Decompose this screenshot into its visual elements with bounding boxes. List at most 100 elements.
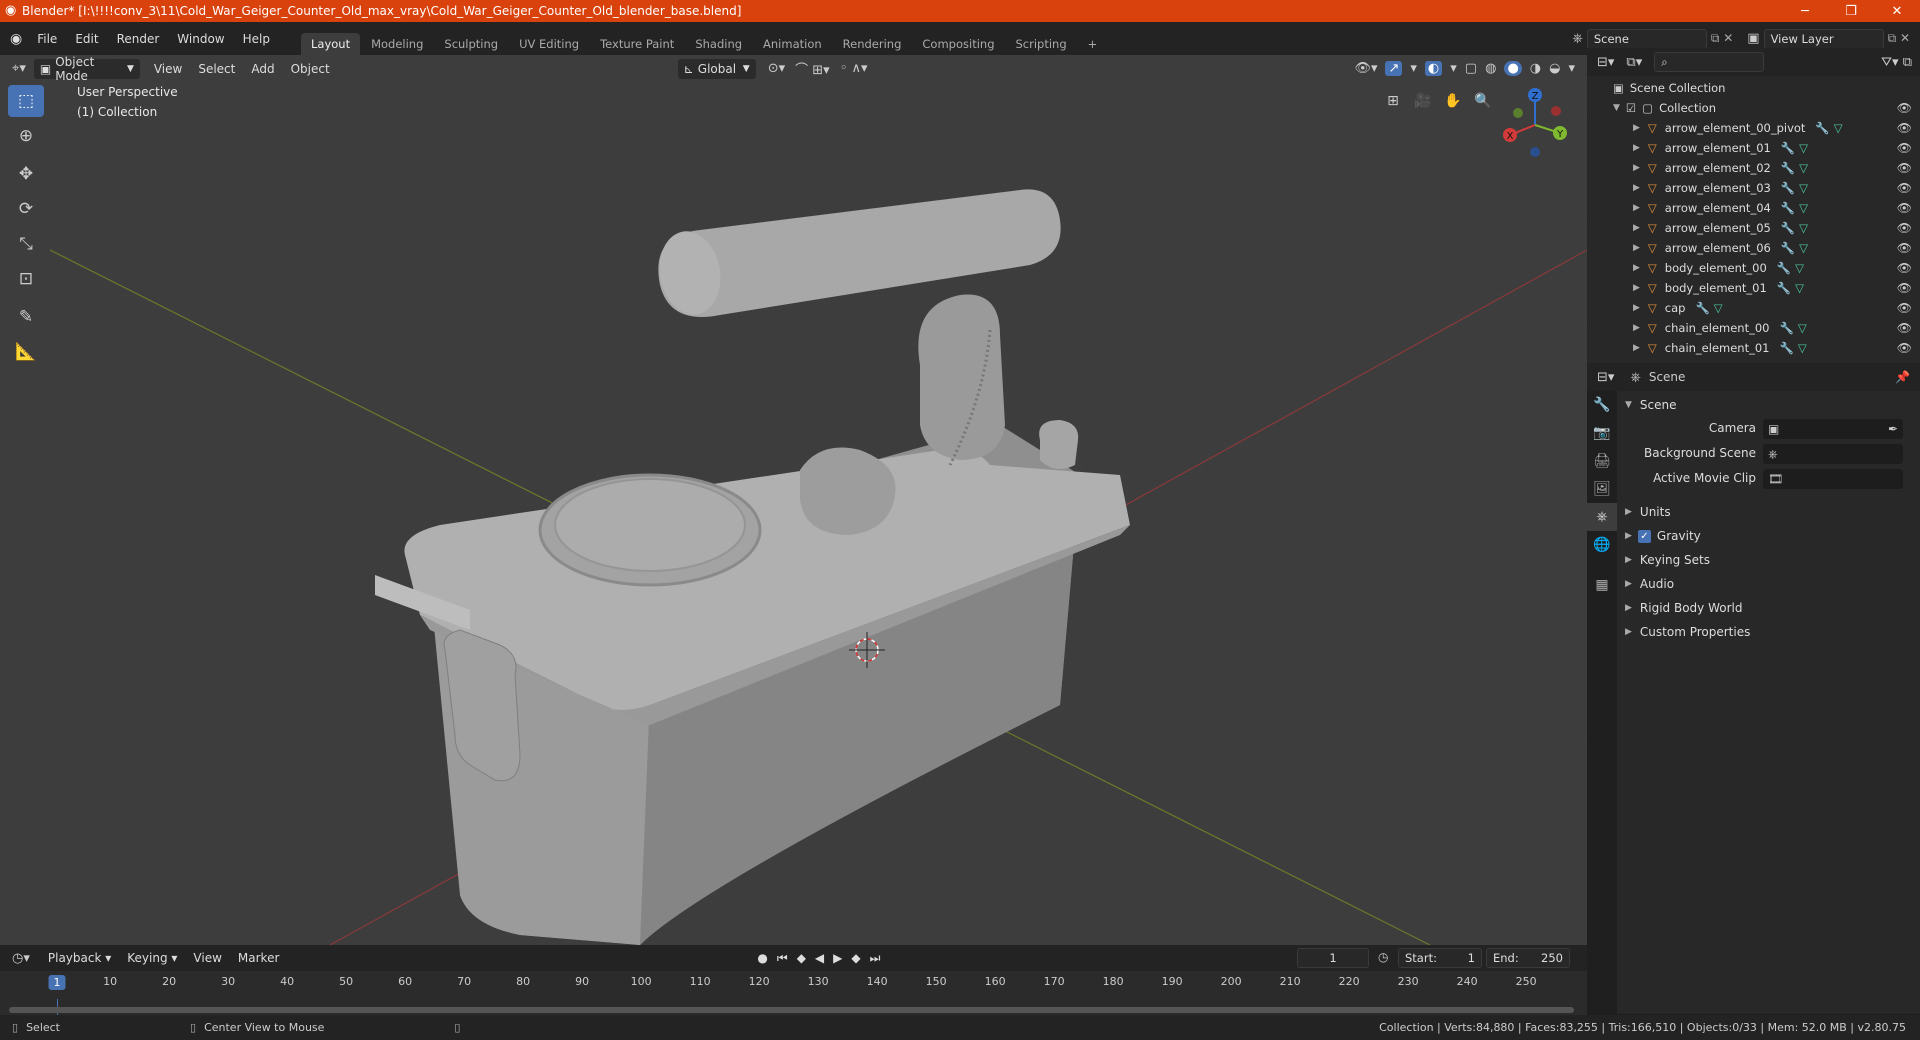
menu-render[interactable]: Render — [108, 32, 169, 46]
checkbox-icon[interactable]: ☑ — [1626, 101, 1636, 115]
transform-orientation-dropdown[interactable]: ⊾ Global ▼ — [677, 58, 756, 79]
gravity-checkbox[interactable]: ✓ — [1637, 529, 1651, 543]
gizmo-dropdown-icon[interactable]: ▾ — [1410, 61, 1417, 76]
outliner-item[interactable]: ▶ ▽ arrow_element_01 🔧 ▽ 👁 — [1587, 138, 1920, 158]
timeline-menu-keying[interactable]: Keying ▾ — [119, 951, 185, 965]
eye-icon[interactable]: 👁 — [1897, 121, 1912, 135]
timeline-menu-view[interactable]: View — [185, 951, 229, 965]
scene-field[interactable]: Scene — [1586, 28, 1707, 49]
outliner-item[interactable]: ▶ ▽ arrow_element_05 🔧 ▽ 👁 — [1587, 218, 1920, 238]
scene-tab-icon[interactable]: ⎈ — [1587, 503, 1617, 531]
outliner-item[interactable]: ▶ ▽ body_element_00 🔧 ▽ 👁 — [1587, 258, 1920, 278]
zoom-icon[interactable]: 🔍 — [1470, 88, 1496, 114]
xray-icon[interactable]: ▢ — [1465, 61, 1477, 76]
expand-arrow-icon[interactable]: ▶ — [1633, 123, 1640, 133]
minimize-icon[interactable]: ─ — [1782, 4, 1828, 19]
play-icon[interactable]: ▶ — [833, 951, 842, 966]
wireframe-shading-icon[interactable]: ◍ — [1485, 61, 1496, 76]
eye-icon[interactable]: 👁 — [1897, 301, 1912, 315]
rendered-shading-icon[interactable]: ◒ — [1549, 61, 1560, 76]
mode-dropdown[interactable]: ▣ Object Mode ▼ — [33, 55, 140, 83]
outliner-item[interactable]: ▶ ▽ chain_element_00 🔧 ▽ 👁 — [1587, 318, 1920, 338]
material-shading-icon[interactable]: ◑ — [1530, 61, 1541, 76]
tab-texture-paint[interactable]: Texture Paint — [590, 33, 684, 55]
eye-icon[interactable]: 👁 — [1897, 341, 1912, 355]
expand-arrow-icon[interactable]: ▶ — [1633, 303, 1640, 313]
camera-field[interactable]: ▣ ✒ — [1763, 419, 1903, 439]
outliner-item[interactable]: ▶ ▽ arrow_element_02 🔧 ▽ 👁 — [1587, 158, 1920, 178]
blender-menu-icon[interactable]: ◉ — [10, 31, 22, 47]
play-reverse-icon[interactable]: ◀ — [815, 951, 824, 966]
eye-icon[interactable]: 👁 — [1897, 101, 1912, 115]
select-box-tool-icon[interactable]: ⬚ — [8, 85, 44, 117]
expand-arrow-icon[interactable]: ▶ — [1633, 343, 1640, 353]
tab-layout[interactable]: Layout — [300, 33, 361, 55]
current-frame-field[interactable]: 1 — [1297, 948, 1369, 968]
expand-arrow-icon[interactable]: ▶ — [1633, 143, 1640, 153]
view-layer-icon[interactable]: ▣ — [1747, 31, 1759, 46]
tool-tab-icon[interactable]: 🔧 — [1587, 391, 1617, 419]
outliner-collection[interactable]: ▼ ☑ ▢ Collection 👁 — [1587, 98, 1920, 118]
filter-icon[interactable]: ⛛▾ ⧉ — [1881, 55, 1912, 70]
output-tab-icon[interactable]: 🖨 — [1587, 447, 1617, 475]
camera-view-icon[interactable]: 🎥 — [1410, 88, 1436, 114]
tab-rendering[interactable]: Rendering — [833, 33, 912, 55]
viewport-menu-select[interactable]: Select — [190, 62, 243, 76]
scale-tool-icon[interactable]: ⤡ — [8, 228, 44, 260]
move-tool-icon[interactable]: ✥ — [8, 158, 44, 190]
tab-shading[interactable]: Shading — [685, 33, 752, 55]
outliner-item[interactable]: ▶ ▽ body_element_01 🔧 ▽ 👁 — [1587, 278, 1920, 298]
eye-icon[interactable]: 👁 — [1897, 241, 1912, 255]
view-layer-tab-icon[interactable]: 🖼 — [1587, 475, 1617, 503]
expand-arrow-icon[interactable]: ▶ — [1633, 183, 1640, 193]
clock-icon[interactable]: ◷ — [1378, 950, 1388, 964]
audio-section[interactable]: ▶ Audio — [1621, 572, 1916, 596]
editor-type-icon[interactable]: ⊟▾ — [1597, 370, 1614, 385]
eye-icon[interactable]: 👁 — [1897, 201, 1912, 215]
texture-tab-icon[interactable]: ▦ — [1587, 571, 1617, 599]
record-icon[interactable]: ● — [757, 951, 767, 966]
menu-window[interactable]: Window — [168, 32, 233, 46]
viewport-menu-view[interactable]: View — [146, 62, 190, 76]
eye-icon[interactable]: 👁 — [1897, 281, 1912, 295]
visibility-icon[interactable]: 👁▾ — [1354, 61, 1377, 76]
jump-start-icon[interactable]: ⏮ — [777, 951, 788, 966]
outliner-item[interactable]: ▶ ▽ arrow_element_03 🔧 ▽ 👁 — [1587, 178, 1920, 198]
editor-type-icon[interactable]: ⌖▾ — [12, 61, 26, 76]
add-workspace-icon[interactable]: + — [1078, 33, 1108, 55]
shading-dropdown-icon[interactable]: ▾ — [1568, 61, 1575, 76]
gizmo-toggle-icon[interactable]: ↗ — [1385, 61, 1403, 76]
start-frame-field[interactable]: Start: 1 — [1398, 948, 1482, 968]
tab-animation[interactable]: Animation — [753, 33, 832, 55]
navigation-gizmo[interactable]: Z Y X — [1500, 85, 1570, 165]
snap-icon[interactable]: ⌒ ⊞▾ — [795, 59, 830, 78]
tab-uv-editing[interactable]: UV Editing — [509, 33, 589, 55]
jump-keyframe-back-icon[interactable]: ◆ — [797, 951, 806, 966]
background-scene-field[interactable]: ⎈ — [1763, 444, 1903, 464]
display-mode-icon[interactable]: ⧉▾ — [1626, 55, 1642, 70]
editor-type-icon[interactable]: ◷▾ — [12, 951, 30, 966]
viewport-menu-add[interactable]: Add — [243, 62, 282, 76]
outliner-item[interactable]: ▶ ▽ chain_element_01 🔧 ▽ 👁 — [1587, 338, 1920, 358]
outliner-search-input[interactable]: ⌕ — [1654, 52, 1765, 72]
restore-icon[interactable]: ❐ — [1828, 4, 1874, 19]
menu-file[interactable]: File — [28, 32, 66, 46]
render-tab-icon[interactable]: 📷 — [1587, 419, 1617, 447]
pivot-icon[interactable]: ⊙▾ — [768, 61, 785, 76]
eye-icon[interactable]: 👁 — [1897, 161, 1912, 175]
gravity-section[interactable]: ▶ ✓ Gravity — [1621, 524, 1916, 548]
scene-section-header[interactable]: ▼ Scene — [1621, 393, 1916, 417]
new-view-layer-icon[interactable]: ⧉ ✕ — [1888, 31, 1910, 46]
menu-help[interactable]: Help — [234, 32, 279, 46]
outliner-item[interactable]: ▶ ▽ arrow_element_04 🔧 ▽ 👁 — [1587, 198, 1920, 218]
cursor-tool-icon[interactable]: ⊕ — [8, 120, 44, 152]
expand-arrow-icon[interactable]: ▶ — [1633, 203, 1640, 213]
3d-viewport[interactable]: ⌖▾ ▣ Object Mode ▼ View Select Add Objec… — [0, 55, 1587, 945]
jump-keyframe-forward-icon[interactable]: ◆ — [851, 951, 860, 966]
units-section[interactable]: ▶ Units — [1621, 500, 1916, 524]
pin-icon[interactable]: 📌 — [1895, 370, 1910, 384]
timeline-menu-marker[interactable]: Marker — [230, 951, 287, 965]
outliner-item[interactable]: ▶ ▽ arrow_element_00_pivot 🔧 ▽ 👁 — [1587, 118, 1920, 138]
jump-end-icon[interactable]: ⏭ — [870, 951, 881, 966]
keying-sets-section[interactable]: ▶ Keying Sets — [1621, 548, 1916, 572]
